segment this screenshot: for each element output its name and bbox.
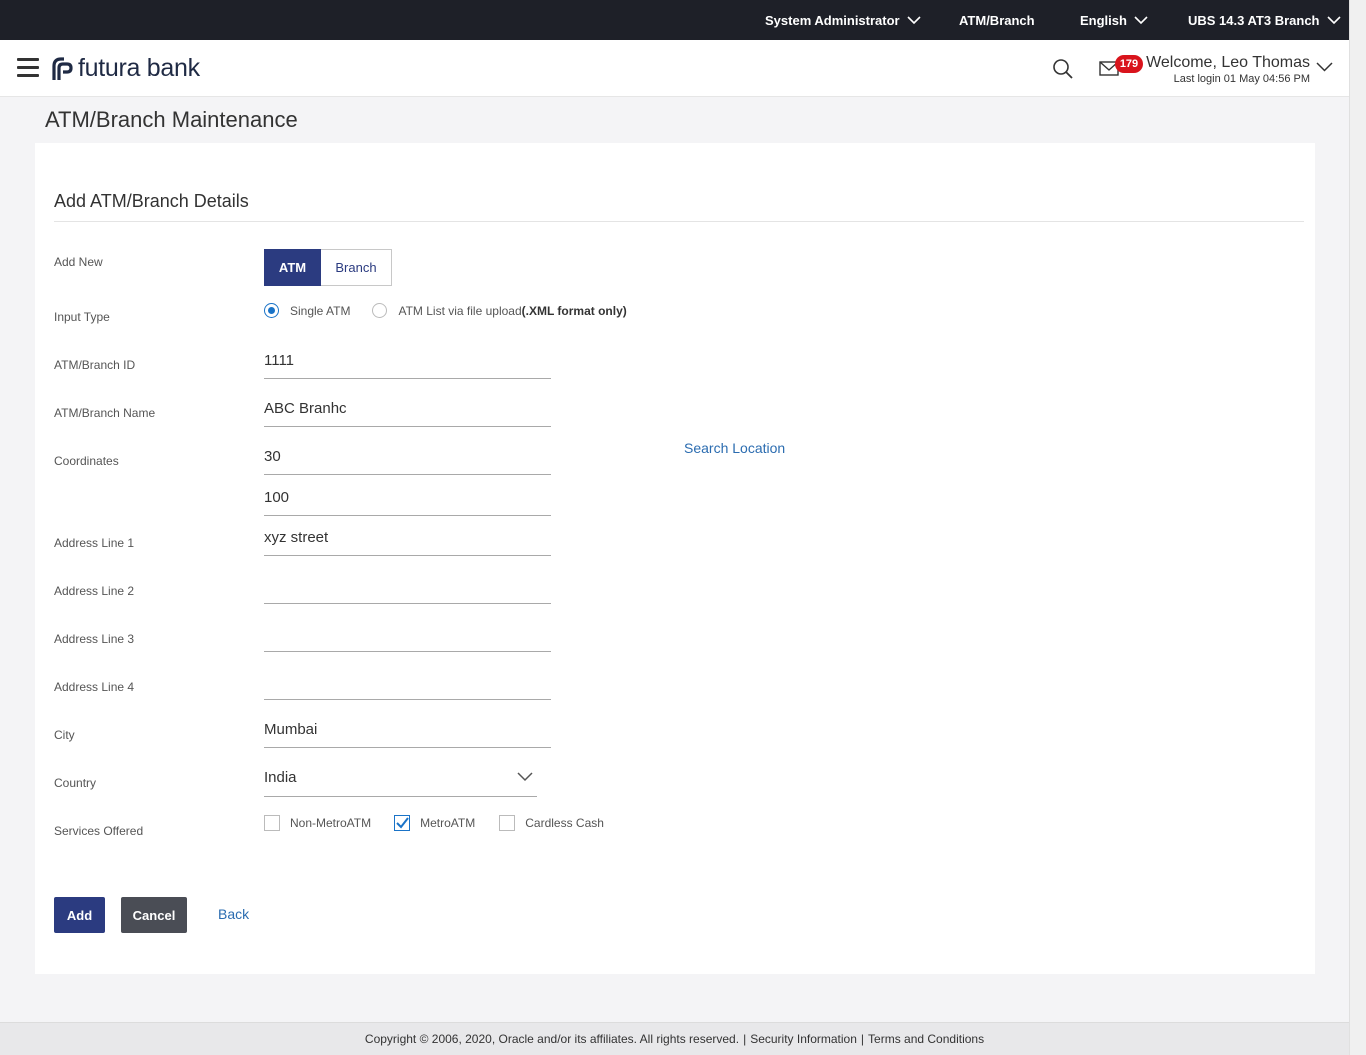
role-label: System Administrator [765, 12, 900, 28]
chevron-down-icon [907, 15, 921, 24]
footer-separator: | [860, 1032, 865, 1046]
city-input[interactable]: Mumbai [264, 708, 551, 748]
metro-atm-checkbox[interactable] [394, 815, 411, 831]
app-header: futura bank 179 Welcome, Leo Thomas Last… [0, 40, 1349, 97]
latitude-value: 30 [264, 448, 281, 465]
country-select[interactable]: India [264, 763, 537, 797]
module-link[interactable]: ATM/Branch [959, 0, 1035, 40]
cancel-button[interactable]: Cancel [121, 897, 187, 933]
section-divider [54, 221, 1304, 222]
atm-branch-id-input[interactable]: 1111 [264, 339, 551, 379]
add-new-label: Add New [54, 255, 103, 269]
add-button[interactable]: Add [54, 897, 105, 933]
search-location-link[interactable]: Search Location [684, 440, 785, 456]
user-menu[interactable]: Welcome, Leo Thomas Last login 01 May 04… [1146, 53, 1310, 86]
chevron-down-icon[interactable] [1316, 62, 1333, 72]
services-offered-label: Services Offered [54, 824, 144, 838]
file-format-note: (.XML format only) [521, 303, 627, 318]
welcome-text: Welcome, Leo Thomas [1146, 54, 1310, 71]
role-dropdown[interactable]: System Administrator [765, 0, 921, 40]
single-atm-label: Single ATM [290, 303, 351, 318]
branch-toggle-button[interactable]: Branch [321, 249, 392, 286]
file-upload-label: ATM List via file upload [398, 303, 522, 318]
longitude-input[interactable]: 100 [264, 476, 551, 516]
input-type-radios: Single ATM ATM List via file upload (.XML… [264, 303, 627, 318]
copyright-text: Copyright © 2006, 2020, Oracle and/or it… [364, 1032, 740, 1046]
chevron-down-icon [1326, 15, 1341, 24]
address-line-1-value: xyz street [264, 529, 329, 546]
address-line-2-label: Address Line 2 [54, 584, 135, 598]
module-label: ATM/Branch [959, 12, 1035, 28]
brand-name: futura bank [78, 54, 200, 82]
add-new-toggle: ATM Branch [264, 249, 392, 286]
form-card: Add ATM/Branch Details Add New ATM Branc… [35, 143, 1315, 974]
address-line-3-label: Address Line 3 [54, 632, 135, 646]
address-line-1-input[interactable]: xyz street [264, 516, 551, 556]
last-login-text: Last login 01 May 04:56 PM [1173, 73, 1310, 85]
atm-branch-name-input[interactable]: ABC Branhc [264, 387, 551, 427]
non-metro-atm-label: Non-MetroATM [290, 816, 372, 830]
country-label: Country [54, 776, 97, 790]
city-value: Mumbai [264, 721, 318, 738]
section-title: Add ATM/Branch Details [54, 191, 249, 211]
check-icon [396, 817, 409, 829]
atm-branch-name-label: ATM/Branch Name [54, 406, 156, 420]
page-title: ATM/Branch Maintenance [45, 107, 298, 132]
atm-branch-id-value: 1111 [264, 352, 295, 369]
address-line-3-input[interactable] [264, 612, 551, 652]
chevron-down-icon [1134, 15, 1148, 24]
metro-atm-label: MetroATM [420, 816, 476, 830]
coordinates-label: Coordinates [54, 454, 119, 468]
vertical-scrollbar[interactable] [1349, 0, 1366, 1055]
page-footer: Copyright © 2006, 2020, Oracle and/or it… [0, 1022, 1349, 1055]
address-line-1-label: Address Line 1 [54, 536, 135, 550]
latitude-input[interactable]: 30 [264, 435, 551, 475]
atm-branch-id-label: ATM/Branch ID [54, 358, 136, 372]
chevron-down-icon [517, 772, 533, 782]
country-value: India [264, 769, 297, 786]
cardless-cash-checkbox[interactable] [499, 815, 516, 831]
terms-and-conditions-link[interactable]: Terms and Conditions [868, 1032, 984, 1046]
address-line-2-input[interactable] [264, 564, 551, 604]
entity-dropdown[interactable]: UBS 14.3 AT3 Branch [1188, 0, 1341, 40]
back-link[interactable]: Back [218, 906, 249, 922]
services-offered-checkboxes: Non-MetroATM MetroATM Cardless Cash [264, 815, 604, 831]
entity-label: UBS 14.3 AT3 Branch [1188, 12, 1320, 28]
futura-bank-logo-icon [52, 56, 73, 80]
atm-toggle-button[interactable]: ATM [264, 249, 321, 286]
language-dropdown[interactable]: English [1080, 0, 1148, 40]
address-line-4-input[interactable] [264, 660, 551, 700]
file-upload-radio[interactable] [372, 303, 388, 318]
atm-branch-name-value: ABC Branhc [264, 400, 347, 417]
mail-count-badge: 179 [1115, 55, 1143, 73]
footer-separator: | [743, 1032, 747, 1046]
city-label: City [54, 728, 75, 742]
brand-logo[interactable]: futura bank [50, 54, 200, 83]
top-bar: System Administrator ATM/Branch English … [0, 0, 1349, 40]
security-information-link[interactable]: Security Information [750, 1032, 857, 1046]
input-type-label: Input Type [54, 310, 110, 324]
cardless-cash-label: Cardless Cash [525, 816, 604, 830]
single-atm-radio[interactable] [264, 303, 279, 318]
non-metro-atm-checkbox[interactable] [264, 815, 280, 831]
longitude-value: 100 [264, 489, 290, 506]
menu-icon[interactable] [17, 58, 39, 78]
address-line-4-label: Address Line 4 [54, 680, 135, 694]
language-label: English [1080, 12, 1127, 28]
search-icon[interactable] [1052, 58, 1074, 80]
